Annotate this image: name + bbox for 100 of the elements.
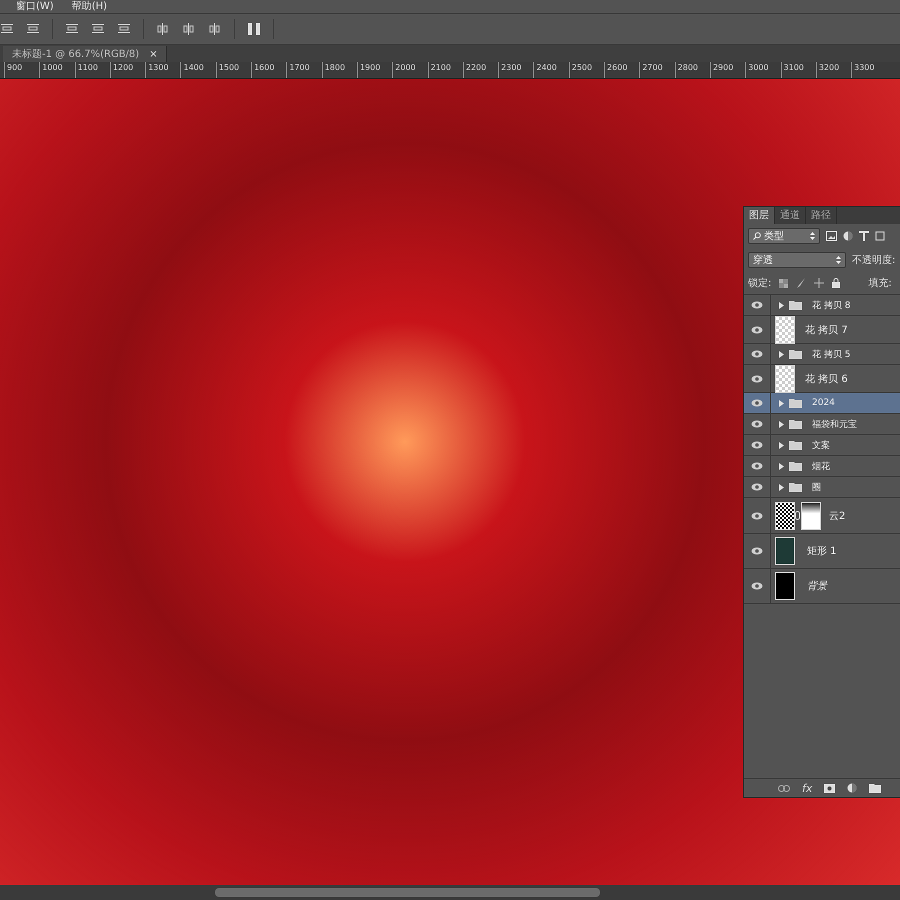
- ruler-label: 1000: [41, 62, 63, 74]
- ruler-label: 1900: [358, 62, 380, 74]
- close-button[interactable]: ×: [149, 48, 158, 60]
- ruler-label: 2100: [430, 62, 451, 74]
- align-icon[interactable]: [156, 23, 170, 35]
- expand-arrow-icon[interactable]: [779, 420, 784, 428]
- layer-row[interactable]: 福袋和元宝: [744, 414, 900, 435]
- ruler-label: 1400: [182, 62, 204, 74]
- brush-icon[interactable]: [796, 278, 806, 288]
- expand-arrow-icon[interactable]: [779, 350, 784, 358]
- mask-thumbnail: [801, 502, 821, 530]
- fx-button[interactable]: fx: [802, 782, 812, 794]
- filter-dropdown[interactable]: 类型: [748, 228, 820, 244]
- align-icon[interactable]: [182, 23, 196, 35]
- layer-row[interactable]: 花 拷贝 7: [744, 316, 900, 344]
- up-down-arrow-icon: [810, 232, 815, 240]
- ruler-label: 2500: [570, 62, 592, 74]
- scrollbar-thumb[interactable]: [215, 888, 600, 897]
- layer-thumbnail: [775, 572, 795, 600]
- document-tab[interactable]: 未标题-1 @ 66.7%(RGB/8) ×: [3, 46, 167, 62]
- layer-thumbnail: [775, 364, 795, 392]
- lock-label: 锁定:: [748, 276, 772, 290]
- eye-icon[interactable]: [751, 350, 763, 358]
- align-icon[interactable]: [65, 23, 79, 35]
- ruler-label: 1300: [147, 62, 169, 74]
- layer-row[interactable]: 背景: [744, 569, 900, 604]
- align-icon[interactable]: [26, 23, 40, 35]
- layer-name: 2024: [812, 398, 835, 408]
- expand-arrow-icon[interactable]: [779, 302, 784, 308]
- layer-row[interactable]: 矩形 1: [744, 534, 900, 569]
- eye-icon[interactable]: [751, 547, 763, 555]
- panel-tab[interactable]: 通道: [775, 207, 806, 224]
- ruler-label: 2700: [641, 62, 663, 74]
- ruler-label: 3300: [853, 62, 874, 74]
- eye-icon[interactable]: [751, 462, 763, 470]
- align-icon[interactable]: [117, 23, 131, 35]
- checker-icon[interactable]: [779, 278, 788, 288]
- expand-arrow-icon[interactable]: [779, 484, 784, 490]
- ruler-label: 2200: [464, 62, 486, 74]
- layer-row[interactable]: 花 拷贝 6: [744, 365, 900, 393]
- layer-name: 花 拷贝 8: [812, 300, 850, 312]
- layer-row[interactable]: 文案: [744, 435, 900, 456]
- panel-tab[interactable]: 路径: [806, 207, 837, 224]
- layer-thumbnail: [775, 537, 795, 565]
- link-icon: [795, 511, 800, 520]
- blend-mode-dropdown[interactable]: 穿透: [748, 252, 846, 268]
- layer-row[interactable]: 花 拷贝 8: [744, 295, 900, 316]
- layer-name: 文案: [812, 439, 830, 452]
- up-down-arrow-icon: [836, 256, 841, 264]
- ruler-label: 1200: [112, 62, 134, 74]
- eye-icon[interactable]: [751, 374, 763, 382]
- half-circle-icon[interactable]: [847, 783, 858, 793]
- layer-row[interactable]: 圈: [744, 477, 900, 498]
- layer-name: 云2: [829, 510, 846, 522]
- layer-row[interactable]: 花 拷贝 5: [744, 344, 900, 365]
- fill-label: 填充:: [868, 276, 892, 290]
- expand-arrow-icon[interactable]: [779, 400, 784, 406]
- layer-row[interactable]: 2024: [744, 393, 900, 414]
- menu-item[interactable]: 窗口(W): [16, 0, 54, 13]
- align-icon[interactable]: [208, 23, 222, 35]
- ruler-label: 3100: [782, 62, 804, 74]
- align-icon[interactable]: [91, 23, 105, 35]
- half-circle-icon[interactable]: [843, 231, 853, 241]
- lock-icon[interactable]: [832, 278, 840, 288]
- eye-icon[interactable]: [751, 582, 763, 590]
- ruler-label: 1600: [253, 62, 274, 74]
- layer-name: 矩形 1: [807, 545, 837, 558]
- link-icon[interactable]: [778, 784, 790, 792]
- move-icon[interactable]: [814, 278, 824, 288]
- folder-icon: [789, 419, 802, 429]
- distribute-icon[interactable]: [247, 22, 261, 36]
- align-icon[interactable]: [0, 23, 14, 35]
- ruler-label: 2400: [535, 62, 557, 74]
- menu-item[interactable]: 帮助(H): [72, 0, 108, 13]
- layer-name: 背景: [807, 580, 827, 593]
- folder-icon: [789, 461, 802, 471]
- folder-icon[interactable]: [869, 783, 882, 793]
- transform-icon[interactable]: [875, 231, 885, 241]
- ruler-label: 1100: [76, 62, 98, 74]
- layer-thumbnail: [775, 316, 795, 344]
- layer-row[interactable]: 云2: [744, 498, 900, 534]
- layer-name: 烟花: [812, 460, 830, 472]
- text-icon[interactable]: [859, 231, 869, 241]
- eye-icon[interactable]: [751, 420, 763, 428]
- image-icon[interactable]: [826, 231, 837, 241]
- panel-tab[interactable]: 图层: [744, 207, 775, 224]
- eye-icon[interactable]: [751, 512, 763, 520]
- mask-icon[interactable]: [824, 784, 836, 792]
- layer-row[interactable]: 烟花: [744, 456, 900, 477]
- ruler-label: 3200: [818, 62, 840, 74]
- eye-icon[interactable]: [751, 483, 763, 491]
- eye-icon[interactable]: [751, 326, 763, 334]
- expand-arrow-icon[interactable]: [779, 462, 784, 470]
- layer-name: 花 拷贝 7: [805, 324, 848, 336]
- eye-icon[interactable]: [751, 399, 763, 407]
- eye-icon[interactable]: [751, 441, 763, 449]
- expand-arrow-icon[interactable]: [779, 442, 784, 448]
- folder-icon: [789, 349, 802, 359]
- eye-icon[interactable]: [751, 301, 763, 309]
- ruler-label: 2800: [676, 62, 698, 74]
